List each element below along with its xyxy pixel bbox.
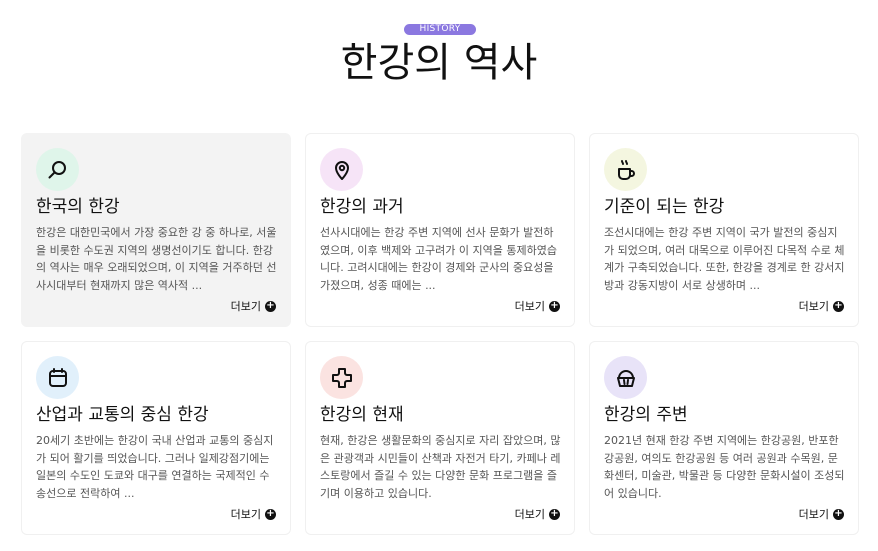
icon-badge	[604, 148, 647, 191]
more-button[interactable]: 더보기 +	[231, 506, 276, 522]
plus-icon: +	[833, 508, 844, 520]
card-hangang-past[interactable]: 한강의 과거 선사시대에는 한강 주변 지역에 선사 문화가 발전하였으며, 이…	[305, 133, 575, 327]
icon-badge	[320, 148, 363, 191]
card-korea-hangang[interactable]: 한국의 한강 한강은 대한민국에서 가장 중요한 강 중 하나로, 서울을 비롯…	[21, 133, 291, 327]
card-title: 한강의 주변	[604, 405, 688, 425]
more-button[interactable]: 더보기 +	[515, 298, 560, 314]
more-label: 더보기	[514, 508, 545, 521]
card-standard-hangang[interactable]: 기준이 되는 한강 조선시대에는 한강 주변 지역이 국가 발전의 중심지가 되…	[589, 133, 859, 327]
plus-icon: +	[265, 300, 276, 312]
card-description: 한강은 대한민국에서 가장 중요한 강 중 하나로, 서울을 비롯한 수도권 지…	[36, 226, 277, 292]
card-description: 2021년 현재 한강 주변 지역에는 한강공원, 반포한강공원, 여의도 한강…	[604, 434, 845, 500]
card-title: 한강의 과거	[320, 197, 404, 217]
history-badge: HISTORY	[404, 24, 476, 35]
card-industry-transport[interactable]: 산업과 교통의 중심 한강 20세기 초반에는 한강이 국내 산업과 교통의 중…	[21, 341, 291, 535]
card-title: 한국의 한강	[36, 197, 120, 217]
plus-icon: +	[833, 300, 844, 312]
more-label: 더보기	[514, 300, 545, 313]
card-hangang-surroundings[interactable]: 한강의 주변 2021년 현재 한강 주변 지역에는 한강공원, 반포한강공원,…	[589, 341, 859, 535]
coffee-cup-icon	[617, 159, 635, 180]
puzzle-cross-icon	[331, 367, 352, 388]
search-icon	[48, 160, 66, 178]
plus-icon: +	[265, 508, 276, 520]
icon-badge	[36, 356, 79, 399]
icon-badge	[320, 356, 363, 399]
plus-icon: +	[549, 508, 560, 520]
more-button[interactable]: 더보기 +	[231, 298, 276, 314]
more-button[interactable]: 더보기 +	[515, 506, 560, 522]
card-title: 산업과 교통의 중심 한강	[36, 405, 209, 425]
map-pin-icon	[334, 160, 349, 180]
calendar-icon	[48, 367, 67, 387]
icon-badge	[36, 148, 79, 191]
card-hangang-present[interactable]: 한강의 현재 현재, 한강은 생활문화의 중심지로 자리 잡았으며, 많은 관광…	[305, 341, 575, 535]
more-label: 더보기	[230, 300, 261, 313]
icon-badge	[604, 356, 647, 399]
card-description: 선사시대에는 한강 주변 지역에 선사 문화가 발전하였으며, 이후 백제와 고…	[320, 226, 557, 292]
card-description: 현재, 한강은 생활문화의 중심지로 자리 잡았으며, 많은 관광객과 시민들이…	[320, 434, 561, 500]
plus-icon: +	[549, 300, 560, 312]
more-label: 더보기	[798, 300, 829, 313]
page-title: 한강의 역사	[340, 40, 538, 86]
cupcake-icon	[616, 369, 635, 387]
more-button[interactable]: 더보기 +	[799, 506, 844, 522]
card-title: 한강의 현재	[320, 405, 404, 425]
card-description: 20세기 초반에는 한강이 국내 산업과 교통의 중심지가 되어 활기를 띄었습…	[36, 434, 274, 500]
card-description: 조선시대에는 한강 주변 지역이 국가 발전의 중심지가 되었으며, 여러 대목…	[604, 226, 845, 292]
more-label: 더보기	[798, 508, 829, 521]
more-label: 더보기	[230, 508, 261, 521]
more-button[interactable]: 더보기 +	[799, 298, 844, 314]
card-title: 기준이 되는 한강	[604, 197, 725, 217]
